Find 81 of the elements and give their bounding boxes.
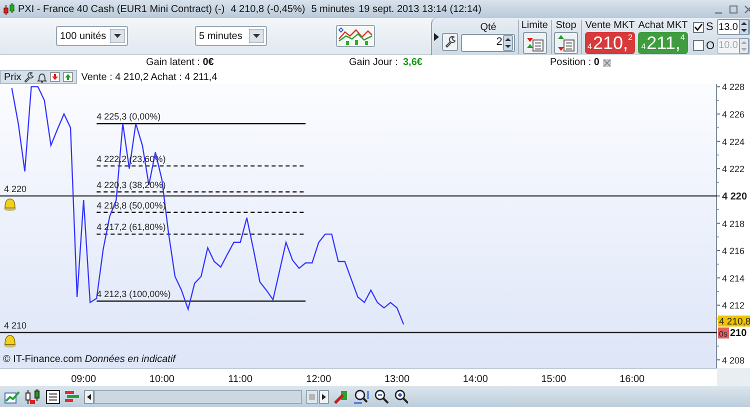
y-axis-label: 4 228: [722, 82, 745, 92]
order-label: Vente MKT: [585, 20, 635, 32]
zoom-fit-icon[interactable]: [353, 388, 370, 404]
stop-order-button[interactable]: [554, 32, 578, 54]
value-field[interactable]: 13.0: [717, 19, 750, 36]
alert-timer-badge: 0s: [718, 328, 729, 338]
option-label: O: [706, 38, 715, 54]
close-button[interactable]: [744, 4, 750, 14]
y-axis-label: 4 226: [722, 110, 745, 120]
daily-gain-value: 3,6€: [403, 56, 422, 70]
strategy-chart-button[interactable]: [336, 25, 375, 47]
y-axis-label: 4 218: [722, 218, 745, 229]
y-axis-label: 4 216: [722, 246, 745, 256]
fibonacci-label: 4 225,3 (0,00%): [96, 112, 161, 122]
order-type-label: Stop: [556, 20, 576, 32]
order-type-label: Limite: [521, 20, 548, 32]
dropdown[interactable]: 5 minutes: [195, 26, 267, 46]
candlestick-icon: [3, 2, 15, 16]
title-period: 5 minutes: [311, 2, 355, 16]
order-arrows-icon: [557, 34, 575, 52]
daily-gain-label: Gain Jour :: [349, 56, 398, 70]
chart-arrow-icon[interactable]: [4, 388, 20, 404]
zoom-in-icon[interactable]: [394, 388, 408, 404]
scroll-left-button[interactable]: [84, 390, 94, 404]
right-arrow-icon: [322, 394, 326, 400]
spinner-icon[interactable]: [739, 19, 749, 36]
x-axis-label: 11:00: [228, 373, 252, 387]
y-axis-label: 4 224: [722, 136, 745, 147]
title-price: 4 210,8 (-0,45%): [230, 2, 306, 16]
dropdown-arrow-icon: [110, 29, 125, 43]
x-axis-label: 09:00: [71, 373, 96, 387]
scroll-right-button[interactable]: [319, 390, 329, 404]
x-axis-label: 16:00: [620, 373, 645, 387]
order-label: Achat MKT: [638, 20, 688, 32]
y-axis-label: 4 220: [722, 191, 748, 202]
copyright-text: © IT-Finance.com Données en indicatif: [3, 353, 176, 367]
bell-icon[interactable]: [4, 198, 16, 211]
trend-chart-icon: [338, 27, 373, 45]
expand-arrow-icon[interactable]: [434, 32, 440, 40]
x-axis-label: 14:00: [462, 373, 488, 387]
zoom-out-icon[interactable]: [374, 388, 390, 404]
title-datetime: 19 sept. 2013 13:14 (12:14): [358, 2, 482, 16]
y-axis-label: 4 212: [722, 300, 745, 311]
y-axis-label: 4 222: [722, 164, 745, 174]
x-axis-label: 10:00: [149, 373, 174, 387]
position-text: Position : 0: [550, 56, 600, 70]
checkbox[interactable]: [693, 22, 704, 33]
alert-label: 4 210: [4, 320, 27, 330]
alert-axis-label: 210: [730, 328, 747, 339]
x-axis-label: 13:00: [384, 373, 410, 387]
bid-ask-text: Vente : 4 210,2 Achat : 4 211,4: [81, 70, 218, 84]
window-title: PXI - France 40 Cash (EUR1 Mini Contract) (-): [18, 2, 225, 16]
price-label: Prix: [4, 70, 22, 84]
current-price-badge: 4 210,8: [718, 316, 750, 328]
maximize-button[interactable]: [729, 4, 738, 14]
bell-icon[interactable]: [37, 72, 48, 82]
up-arrow-icon[interactable]: [63, 72, 74, 82]
limit-order-button[interactable]: [522, 32, 547, 54]
bell-icon[interactable]: [4, 335, 16, 348]
latent-gain-text: Gain latent : 0€: [146, 56, 214, 70]
alert-label: 4 220: [4, 184, 27, 194]
lines-icon: [309, 394, 315, 400]
wrench-icon: [444, 36, 456, 48]
wrench-icon[interactable]: [24, 72, 34, 82]
option-label: S: [706, 20, 714, 35]
drawing-tools-icon[interactable]: [333, 388, 349, 404]
quantity-field[interactable]: 2: [461, 34, 516, 52]
y-axis-label: 4 214: [722, 273, 745, 284]
candlestick-icon[interactable]: [24, 388, 42, 404]
list-icon[interactable]: [46, 390, 60, 404]
close-position-icon[interactable]: [603, 58, 611, 66]
x-axis-label: 12:00: [306, 373, 332, 387]
dropdown[interactable]: 100 unités: [56, 26, 128, 46]
settings-button[interactable]: [442, 32, 458, 50]
x-axis-label: 15:00: [541, 373, 566, 387]
quantity-label: Qté: [480, 22, 496, 34]
left-arrow-icon: [87, 394, 91, 400]
y-axis-label: 4 208: [722, 355, 745, 366]
spinner-icon[interactable]: [503, 34, 514, 50]
dropdown-arrow-icon: [249, 29, 264, 43]
down-arrow-icon[interactable]: [50, 72, 60, 82]
